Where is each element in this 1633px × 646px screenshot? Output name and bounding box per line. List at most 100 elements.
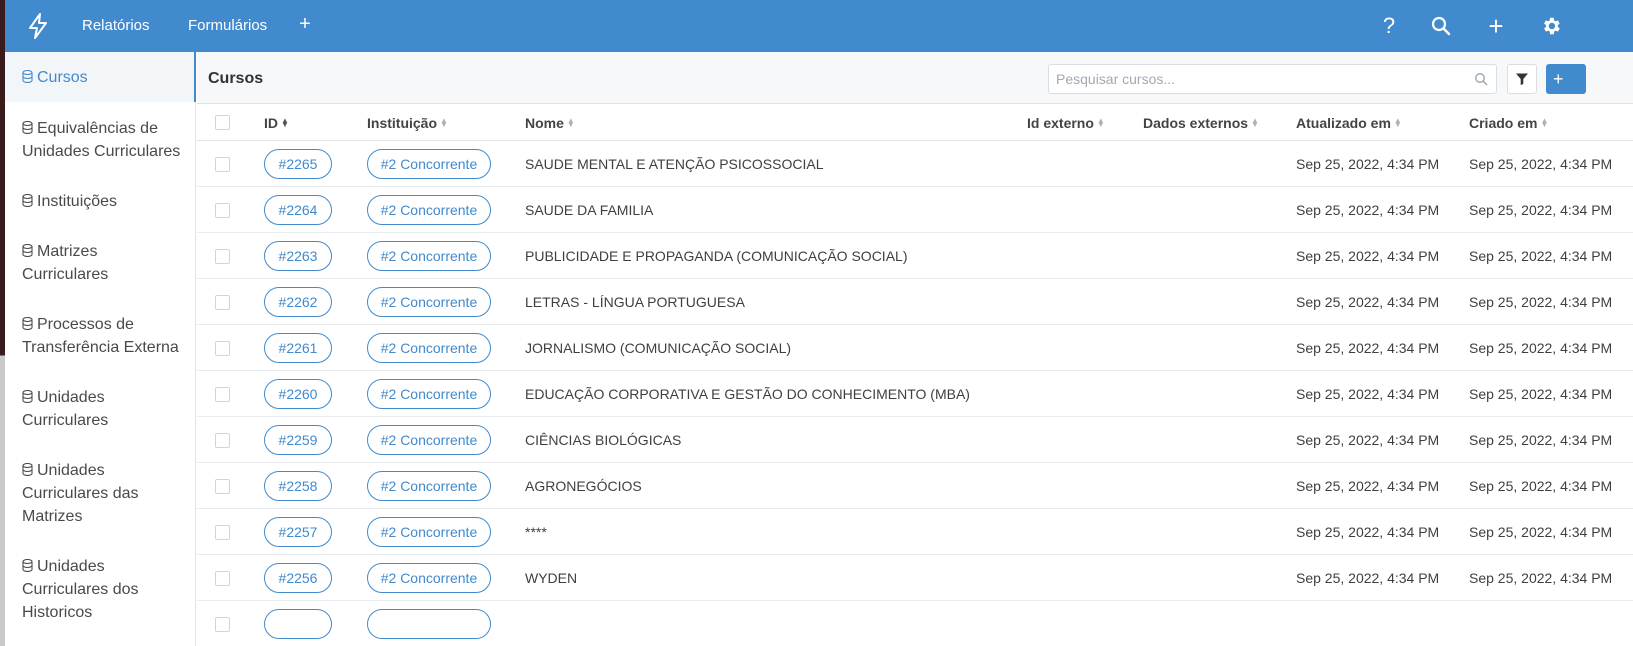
- select-all-checkbox[interactable]: [215, 115, 230, 130]
- table-row[interactable]: #2257 #2 Concorrente **** Sep 25, 2022, …: [197, 509, 1633, 555]
- table-row[interactable]: #2258 #2 Concorrente AGRONEGÓCIOS Sep 25…: [197, 463, 1633, 509]
- instituicao-badge[interactable]: #2 Concorrente: [367, 149, 491, 179]
- col-header-instituicao[interactable]: Instituição ▲ ▼: [367, 115, 448, 131]
- sidebar-item-label: Unidades Curriculares das Matrizes: [22, 462, 139, 525]
- instituicao-badge[interactable]: #2 Concorrente: [367, 379, 491, 409]
- cell-nome: CIÊNCIAS BIOLÓGICAS: [525, 432, 682, 448]
- sidebar-item-cursos[interactable]: Cursos: [5, 52, 196, 102]
- id-badge[interactable]: [264, 609, 332, 639]
- id-badge[interactable]: #2258: [264, 471, 332, 501]
- sidebar-item-label: Matrizes Curriculares: [22, 243, 109, 283]
- bolt-logo-icon[interactable]: [27, 13, 49, 39]
- row-checkbox[interactable]: [215, 525, 230, 540]
- table-row[interactable]: #2260 #2 Concorrente EDUCAÇÃO CORPORATIV…: [197, 371, 1633, 417]
- row-checkbox[interactable]: [215, 387, 230, 402]
- id-badge[interactable]: #2262: [264, 287, 332, 317]
- instituicao-badge[interactable]: #2 Concorrente: [367, 287, 491, 317]
- database-icon: [22, 244, 33, 257]
- cell-nome: LETRAS - LÍNGUA PORTUGUESA: [525, 294, 745, 310]
- row-checkbox[interactable]: [215, 617, 230, 632]
- nav-formularios[interactable]: Formulários: [188, 17, 267, 34]
- instituicao-badge[interactable]: #2 Concorrente: [367, 333, 491, 363]
- id-badge[interactable]: #2265: [264, 149, 332, 179]
- gear-icon[interactable]: [1537, 12, 1565, 40]
- sidebar-item-equivalencias[interactable]: Equivalências de Unidades Curriculares: [5, 117, 195, 175]
- instituicao-badge[interactable]: #2 Concorrente: [367, 241, 491, 271]
- database-icon: [22, 70, 33, 83]
- sidebar-item-unidades-historicos[interactable]: Unidades Curriculares dos Historicos: [5, 555, 195, 636]
- sidebar-item-processos[interactable]: Processos de Transferência Externa: [5, 313, 195, 371]
- instituicao-badge[interactable]: #2 Concorrente: [367, 517, 491, 547]
- instituicao-badge[interactable]: #2 Concorrente: [367, 471, 491, 501]
- cell-atualizado: Sep 25, 2022, 4:34 PM: [1296, 478, 1440, 494]
- table-row[interactable]: #2263 #2 Concorrente PUBLICIDADE E PROPA…: [197, 233, 1633, 279]
- filter-button[interactable]: [1507, 64, 1537, 94]
- plus-icon[interactable]: +: [1482, 11, 1510, 41]
- cell-criado: Sep 25, 2022, 4:34 PM: [1469, 340, 1613, 356]
- id-badge[interactable]: #2263: [264, 241, 332, 271]
- id-badge[interactable]: #2260: [264, 379, 332, 409]
- instituicao-badge[interactable]: #2 Concorrente: [367, 563, 491, 593]
- search-input[interactable]: [1049, 65, 1459, 93]
- col-header-id-externo[interactable]: Id externo ▲ ▼: [1027, 115, 1105, 131]
- table-row[interactable]: #2264 #2 Concorrente SAUDE DA FAMILIA Se…: [197, 187, 1633, 233]
- col-header-criado-em[interactable]: Criado em ▲ ▼: [1469, 115, 1548, 131]
- row-checkbox[interactable]: [215, 249, 230, 264]
- row-checkbox[interactable]: [215, 295, 230, 310]
- sidebar-item-instituicoes[interactable]: Instituições: [5, 190, 195, 225]
- col-header-id[interactable]: ID ▲ ▼: [264, 115, 289, 131]
- col-header-atualizado-em[interactable]: Atualizado em ▲ ▼: [1296, 115, 1402, 131]
- table-row[interactable]: #2265 #2 Concorrente SAUDE MENTAL E ATEN…: [197, 141, 1633, 187]
- help-icon[interactable]: ?: [1375, 12, 1403, 40]
- cell-atualizado: Sep 25, 2022, 4:34 PM: [1296, 294, 1440, 310]
- nav-add-button[interactable]: +: [295, 13, 315, 36]
- sidebar-item-label: Instituições: [37, 193, 118, 210]
- sidebar: Cursos Equivalências de Unidades Curricu…: [5, 52, 196, 646]
- id-badge[interactable]: #2256: [264, 563, 332, 593]
- table-row[interactable]: #2256 #2 Concorrente WYDEN Sep 25, 2022,…: [197, 555, 1633, 601]
- instituicao-badge[interactable]: [367, 609, 491, 639]
- cell-atualizado: Sep 25, 2022, 4:34 PM: [1296, 340, 1440, 356]
- sidebar-item-unidades[interactable]: Unidades Curriculares: [5, 386, 195, 444]
- sidebar-item-unidades-matrizes[interactable]: Unidades Curriculares das Matrizes: [5, 459, 195, 540]
- sort-icon: ▲ ▼: [281, 116, 289, 129]
- row-checkbox[interactable]: [215, 203, 230, 218]
- col-header-dados-externos[interactable]: Dados externos ▲ ▼: [1143, 115, 1259, 131]
- row-checkbox[interactable]: [215, 341, 230, 356]
- row-checkbox[interactable]: [215, 157, 230, 172]
- search-icon[interactable]: [1427, 12, 1455, 40]
- database-icon: [22, 559, 33, 572]
- cell-criado: Sep 25, 2022, 4:34 PM: [1469, 156, 1613, 172]
- id-badge[interactable]: #2257: [264, 517, 332, 547]
- row-checkbox[interactable]: [215, 571, 230, 586]
- instituicao-badge[interactable]: #2 Concorrente: [367, 425, 491, 455]
- nav-relatorios[interactable]: Relatórios: [82, 17, 150, 34]
- sort-icon: ▲ ▼: [1393, 116, 1402, 129]
- page-title: Cursos: [208, 70, 264, 87]
- sidebar-item-label: Processos de Transferência Externa: [22, 316, 179, 356]
- cell-nome: JORNALISMO (COMUNICAÇÃO SOCIAL): [525, 340, 792, 356]
- sidebar-item-matrizes[interactable]: Matrizes Curriculares: [5, 240, 195, 298]
- top-navbar: Relatórios Formulários + ? +: [5, 0, 1633, 52]
- id-badge[interactable]: #2261: [264, 333, 332, 363]
- table-row[interactable]: #2261 #2 Concorrente JORNALISMO (COMUNIC…: [197, 325, 1633, 371]
- cell-atualizado: Sep 25, 2022, 4:34 PM: [1296, 248, 1440, 264]
- sidebar-item-label: Equivalências de Unidades Curriculares: [22, 120, 181, 160]
- id-badge[interactable]: #2259: [264, 425, 332, 455]
- id-badge[interactable]: #2264: [264, 195, 332, 225]
- table-row[interactable]: #2259 #2 Concorrente CIÊNCIAS BIOLÓGICAS…: [197, 417, 1633, 463]
- table-row-partial[interactable]: [197, 601, 1633, 646]
- cell-nome: PUBLICIDADE E PROPAGANDA (COMUNICAÇÃO SO…: [525, 248, 908, 264]
- table-row[interactable]: #2262 #2 Concorrente LETRAS - LÍNGUA POR…: [197, 279, 1633, 325]
- col-header-nome[interactable]: Nome ▲ ▼: [525, 115, 575, 131]
- cell-atualizado: Sep 25, 2022, 4:34 PM: [1296, 386, 1440, 402]
- instituicao-badge[interactable]: #2 Concorrente: [367, 195, 491, 225]
- sidebar-item-label: Unidades Curriculares dos Historicos: [22, 558, 139, 621]
- sort-icon: ▲ ▼: [1096, 116, 1105, 129]
- add-curso-button[interactable]: +: [1546, 64, 1586, 94]
- cell-atualizado: Sep 25, 2022, 4:34 PM: [1296, 156, 1440, 172]
- cell-criado: Sep 25, 2022, 4:34 PM: [1469, 248, 1613, 264]
- sort-icon: ▲ ▼: [1251, 116, 1259, 129]
- row-checkbox[interactable]: [215, 433, 230, 448]
- row-checkbox[interactable]: [215, 479, 230, 494]
